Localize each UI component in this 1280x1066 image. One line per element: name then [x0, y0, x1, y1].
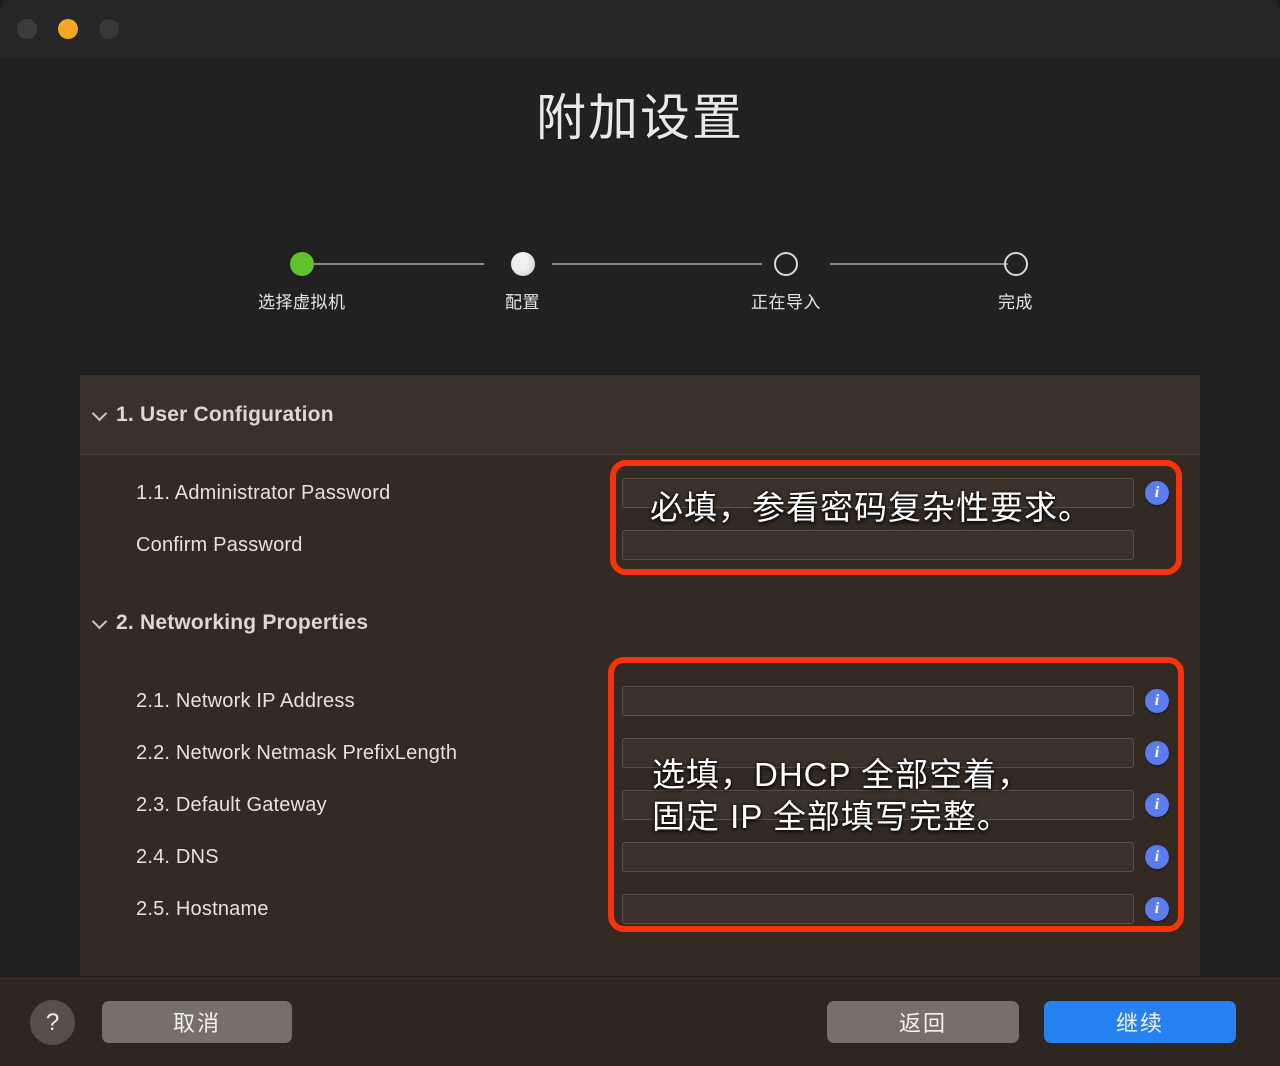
info-icon[interactable]: i [1145, 845, 1169, 869]
setting-label: 2.2. Network Netmask PrefixLength [136, 741, 458, 764]
step-bead-pending [1003, 252, 1028, 276]
setting-label: Confirm Password [136, 533, 303, 556]
setting-row-dns: 2.4. DNS i [80, 831, 1200, 883]
step-bead-done [289, 252, 314, 276]
info-icon[interactable]: i [1145, 481, 1169, 505]
section-rows-networking-properties: 2.1. Network IP Address i 2.2. Network N… [80, 663, 1200, 935]
step-label: 选择虚拟机 [258, 293, 346, 312]
page-title: 附加设置 [536, 90, 744, 146]
info-icon[interactable]: i [1145, 897, 1169, 921]
setting-label: 2.3. Default Gateway [136, 793, 327, 816]
wizard-stepper: 选择虚拟机 配置 正在导入 完成 [222, 252, 1062, 322]
stepper-step-select-vm: 选择虚拟机 [258, 252, 346, 313]
wizard-footer: ? 取消 返回 继续 [0, 978, 1280, 1066]
setting-label: 1.1. Administrator Password [136, 481, 391, 504]
default-gateway-input[interactable] [622, 790, 1134, 820]
step-label: 配置 [505, 293, 540, 312]
chevron-down-icon[interactable] [92, 405, 108, 421]
setting-row-confirm-password: Confirm Password [80, 519, 1200, 571]
setting-row-network-ip-address: 2.1. Network IP Address i [80, 675, 1200, 727]
step-bead-pending [774, 252, 798, 276]
section-title: 1. User Configuration [116, 402, 334, 426]
help-button[interactable]: ? [30, 1000, 75, 1045]
stepper-step-configure: 配置 [505, 252, 540, 313]
info-icon[interactable]: i [1145, 793, 1169, 817]
back-button[interactable]: 返回 [827, 1001, 1019, 1043]
section-title: 2. Networking Properties [116, 611, 369, 634]
step-bead-current [510, 252, 535, 276]
stepper-connector [830, 263, 1008, 265]
minimize-window-button[interactable] [58, 19, 78, 39]
section-header-user-configuration[interactable]: 1. User Configuration [80, 375, 1200, 455]
setting-label: 2.1. Network IP Address [136, 689, 355, 712]
settings-panel: 1. User Configuration 1.1. Administrator… [80, 375, 1200, 976]
network-netmask-prefixlength-input[interactable] [622, 738, 1134, 768]
administrator-password-input[interactable] [622, 478, 1134, 508]
continue-button[interactable]: 继续 [1044, 1001, 1236, 1043]
section-rows-user-configuration: 1.1. Administrator Password i Confirm Pa… [80, 455, 1200, 583]
setting-row-administrator-password: 1.1. Administrator Password i [80, 467, 1200, 519]
traffic-light-group [17, 19, 119, 39]
stepper-step-importing: 正在导入 [751, 252, 821, 313]
hostname-input[interactable] [622, 894, 1134, 924]
zoom-window-button[interactable] [99, 19, 119, 39]
stepper-step-finish: 完成 [998, 252, 1033, 313]
network-ip-address-input[interactable] [622, 686, 1134, 716]
info-icon[interactable]: i [1145, 689, 1169, 713]
setting-row-network-netmask-prefixlength: 2.2. Network Netmask PrefixLength i [80, 727, 1200, 779]
stepper-connector [552, 263, 762, 265]
close-window-button[interactable] [17, 19, 37, 39]
step-label: 完成 [998, 293, 1033, 312]
setting-label: 2.5. Hostname [136, 897, 269, 920]
setting-row-default-gateway: 2.3. Default Gateway i [80, 779, 1200, 831]
window-titlebar [0, 0, 1280, 58]
setting-label: 2.4. DNS [136, 845, 219, 868]
info-icon[interactable]: i [1145, 741, 1169, 765]
import-vm-wizard-window: 附加设置 选择虚拟机 配置 正在导入 完成 1. User Configurat… [0, 0, 1280, 1066]
chevron-down-icon[interactable] [92, 613, 108, 629]
confirm-password-input[interactable] [622, 530, 1134, 560]
section-header-networking-properties[interactable]: 2. Networking Properties [80, 583, 1200, 663]
dns-input[interactable] [622, 842, 1134, 872]
step-label: 正在导入 [751, 293, 821, 312]
cancel-button[interactable]: 取消 [102, 1001, 292, 1043]
setting-row-hostname: 2.5. Hostname i [80, 883, 1200, 935]
